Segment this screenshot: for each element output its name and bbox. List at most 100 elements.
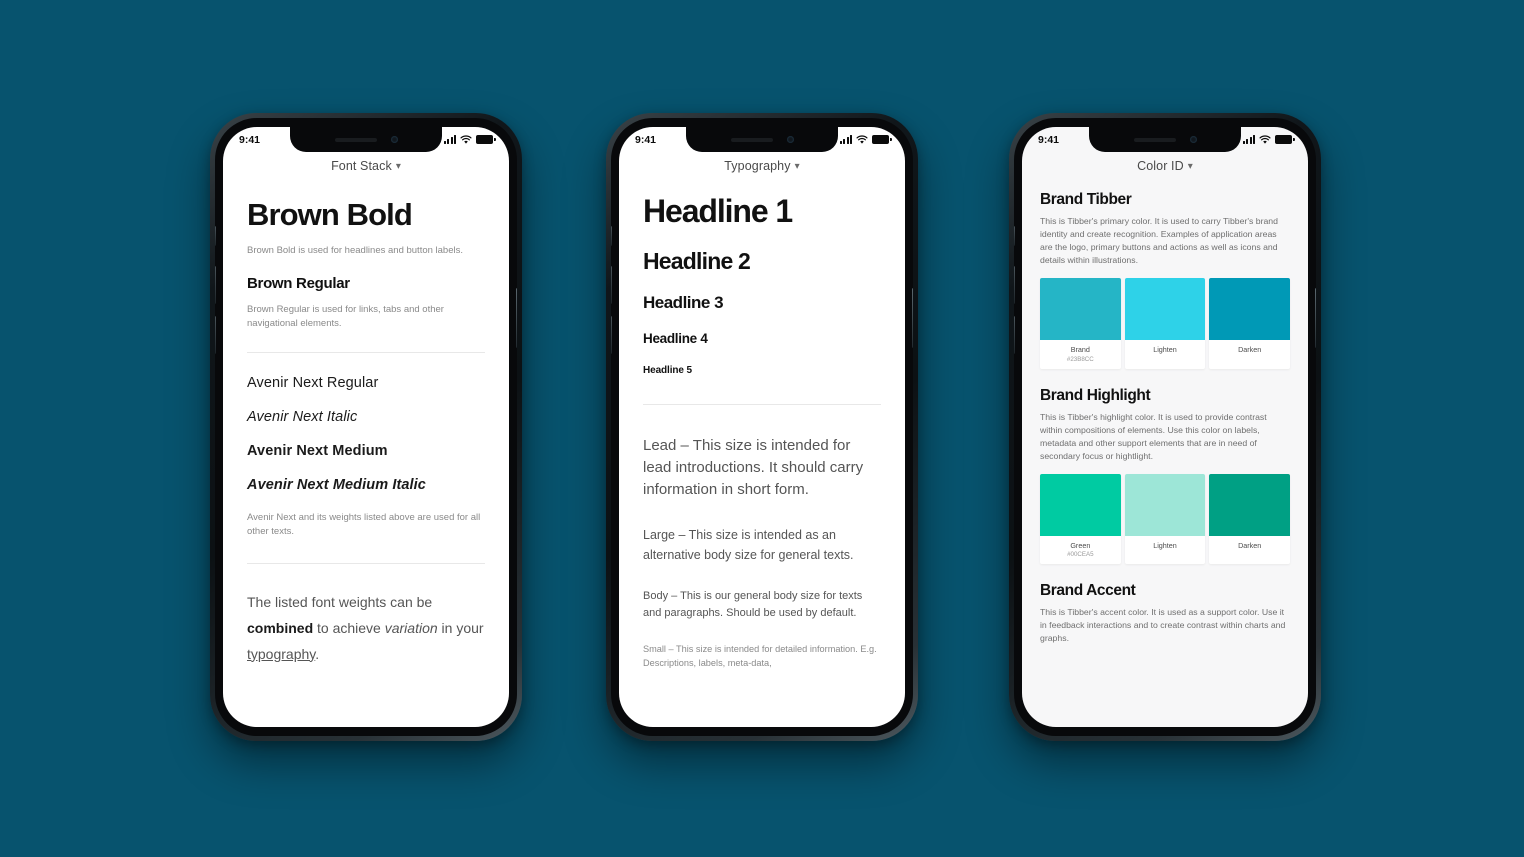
- status-time: 9:41: [239, 133, 261, 146]
- swatch-name: Lighten: [1153, 345, 1177, 355]
- cellular-signal-icon: [840, 135, 852, 144]
- power-button[interactable]: [912, 288, 913, 348]
- battery-icon: [872, 135, 892, 144]
- volume-down-button[interactable]: [1014, 316, 1015, 354]
- color-section-brand-tibber: Brand Tibber This is Tibber's primary co…: [1040, 191, 1291, 369]
- mute-switch[interactable]: [611, 226, 612, 246]
- headline-2-sample: Headline 2: [643, 248, 751, 274]
- footer-part-2: to achieve: [313, 619, 385, 636]
- volume-up-button[interactable]: [1014, 266, 1015, 304]
- lead-sample: Lead – This size is intended for lead in…: [643, 437, 864, 498]
- swatch-chip: [1209, 473, 1291, 536]
- brown-regular-heading: Brown Regular: [247, 274, 350, 292]
- phone-bezel: 9:41 Color ID ▾ Brand Tibber This is Tib…: [1014, 118, 1316, 736]
- footer-bold-combined: combined: [247, 619, 314, 636]
- large-sample: Large – This size is intended as an alte…: [643, 528, 854, 562]
- status-time: 9:41: [635, 133, 657, 146]
- section-title: Brand Highlight: [1040, 386, 1151, 404]
- swatch-name: Darken: [1238, 540, 1262, 550]
- avenir-caption: Avenir Next and its weights listed above…: [247, 512, 481, 538]
- font-row-medium-italic: Avenir Next Medium Italic: [247, 477, 426, 494]
- section-title: Brand Accent: [1040, 582, 1136, 600]
- footer-part-1: The listed font weights can be: [247, 593, 433, 610]
- headline-3-sample: Headline 3: [643, 293, 724, 312]
- swatch-meta: Brand #23B8CC: [1040, 340, 1121, 369]
- status-bar: 9:41: [619, 127, 905, 152]
- nav-title-label: Typography: [724, 159, 791, 173]
- status-indicators: [1243, 135, 1295, 145]
- nav-title-label: Font Stack: [331, 159, 392, 173]
- swatch-card-lighten[interactable]: Lighten: [1124, 278, 1206, 369]
- swatch-chip: [1040, 278, 1121, 341]
- power-button[interactable]: [516, 288, 517, 348]
- divider-2: [247, 562, 485, 564]
- brown-regular-caption: Brown Regular is used for links, tabs an…: [247, 303, 444, 329]
- font-row-medium: Avenir Next Medium: [247, 443, 388, 460]
- cellular-signal-icon: [1243, 135, 1255, 144]
- swatch-meta: Darken: [1209, 340, 1290, 360]
- typography-content: Headline 1 Headline 2 Headline 3 Headlin…: [619, 193, 905, 671]
- footer-link-typography[interactable]: typography: [247, 646, 315, 662]
- swatch-hex: #23B8CC: [1066, 355, 1094, 363]
- chevron-down-icon: ▾: [794, 161, 800, 172]
- swatch-name: Lighten: [1153, 540, 1177, 550]
- font-row-italic: Avenir Next Italic: [247, 409, 358, 426]
- swatch-chip: [1209, 278, 1291, 341]
- color-id-content: Brand Tibber This is Tibber's primary co…: [1022, 191, 1308, 646]
- wifi-icon: [460, 135, 472, 144]
- nav-title-color-id[interactable]: Color ID ▾: [1022, 152, 1308, 175]
- status-indicators: [840, 135, 892, 145]
- screen-typography: 9:41 Typography ▾ Headline 1 Headline 2 …: [619, 127, 905, 727]
- section-description: This is Tibber's primary color. It is us…: [1040, 216, 1278, 266]
- section-title: Brand Tibber: [1040, 191, 1132, 208]
- nav-title-font-stack[interactable]: Font Stack ▾: [223, 152, 509, 175]
- battery-icon: [1275, 135, 1295, 144]
- phone-color-id: 9:41 Color ID ▾ Brand Tibber This is Tib…: [1009, 113, 1321, 741]
- swatch-card-brand[interactable]: Brand #23B8CC: [1040, 278, 1121, 369]
- wifi-icon: [856, 135, 868, 144]
- chevron-down-icon: ▾: [395, 161, 401, 172]
- swatch-card-darken[interactable]: Darken: [1209, 278, 1291, 369]
- volume-down-button[interactable]: [611, 316, 612, 354]
- swatch-card-lighten[interactable]: Lighten: [1124, 473, 1206, 565]
- swatch-name: Brand: [1070, 345, 1090, 355]
- phone-bezel: 9:41 Typography ▾ Headline 1 Headline 2 …: [611, 118, 913, 736]
- swatch-card-darken[interactable]: Darken: [1209, 473, 1291, 565]
- footer-part-4: .: [315, 645, 320, 662]
- battery-icon: [476, 135, 496, 144]
- wifi-icon: [1259, 135, 1271, 144]
- footer-part-3: in your: [437, 619, 484, 636]
- swatch-chip: [1124, 473, 1206, 536]
- phone-font-stack: 9:41 Font Stack ▾ Brown Bold Brown Bold …: [210, 113, 522, 741]
- nav-title-label: Color ID: [1137, 159, 1184, 173]
- body-sample: Body – This is our general body size for…: [643, 590, 863, 620]
- swatch-chip: [1040, 473, 1121, 536]
- swatch-meta: Darken: [1209, 536, 1290, 556]
- font-row-regular: Avenir Next Regular: [247, 375, 379, 392]
- headline-1-sample: Headline 1: [643, 193, 793, 229]
- phone-bezel: 9:41 Font Stack ▾ Brown Bold Brown Bold …: [215, 118, 517, 736]
- footer-italic-variation: variation: [384, 619, 438, 636]
- color-section-brand-highlight: Brand Highlight This is Tibber's highlig…: [1040, 386, 1291, 565]
- swatch-meta: Green #00CEA5: [1040, 536, 1121, 565]
- section-description: This is Tibber's highlight color. It is …: [1040, 411, 1267, 461]
- canvas: 9:41 Font Stack ▾ Brown Bold Brown Bold …: [0, 0, 1524, 857]
- power-button[interactable]: [1315, 288, 1316, 348]
- small-sample: Small – This size is intended for detail…: [643, 644, 877, 669]
- mute-switch[interactable]: [215, 226, 216, 246]
- font-stack-footer: The listed font weights can be combined …: [247, 590, 485, 668]
- volume-up-button[interactable]: [611, 266, 612, 304]
- divider-1: [247, 352, 485, 354]
- volume-up-button[interactable]: [215, 266, 216, 304]
- nav-title-typography[interactable]: Typography ▾: [619, 152, 905, 175]
- screen-font-stack: 9:41 Font Stack ▾ Brown Bold Brown Bold …: [223, 127, 509, 727]
- swatch-meta: Lighten: [1125, 340, 1206, 360]
- mute-switch[interactable]: [1014, 226, 1015, 246]
- brown-bold-caption: Brown Bold is used for headlines and but…: [247, 245, 463, 256]
- cellular-signal-icon: [444, 135, 456, 144]
- section-description: This is Tibber's accent color. It is use…: [1040, 607, 1286, 644]
- headline-4-sample: Headline 4: [643, 331, 708, 346]
- swatch-meta: Lighten: [1125, 536, 1206, 556]
- volume-down-button[interactable]: [215, 316, 216, 354]
- swatch-card-green[interactable]: Green #00CEA5: [1040, 473, 1121, 565]
